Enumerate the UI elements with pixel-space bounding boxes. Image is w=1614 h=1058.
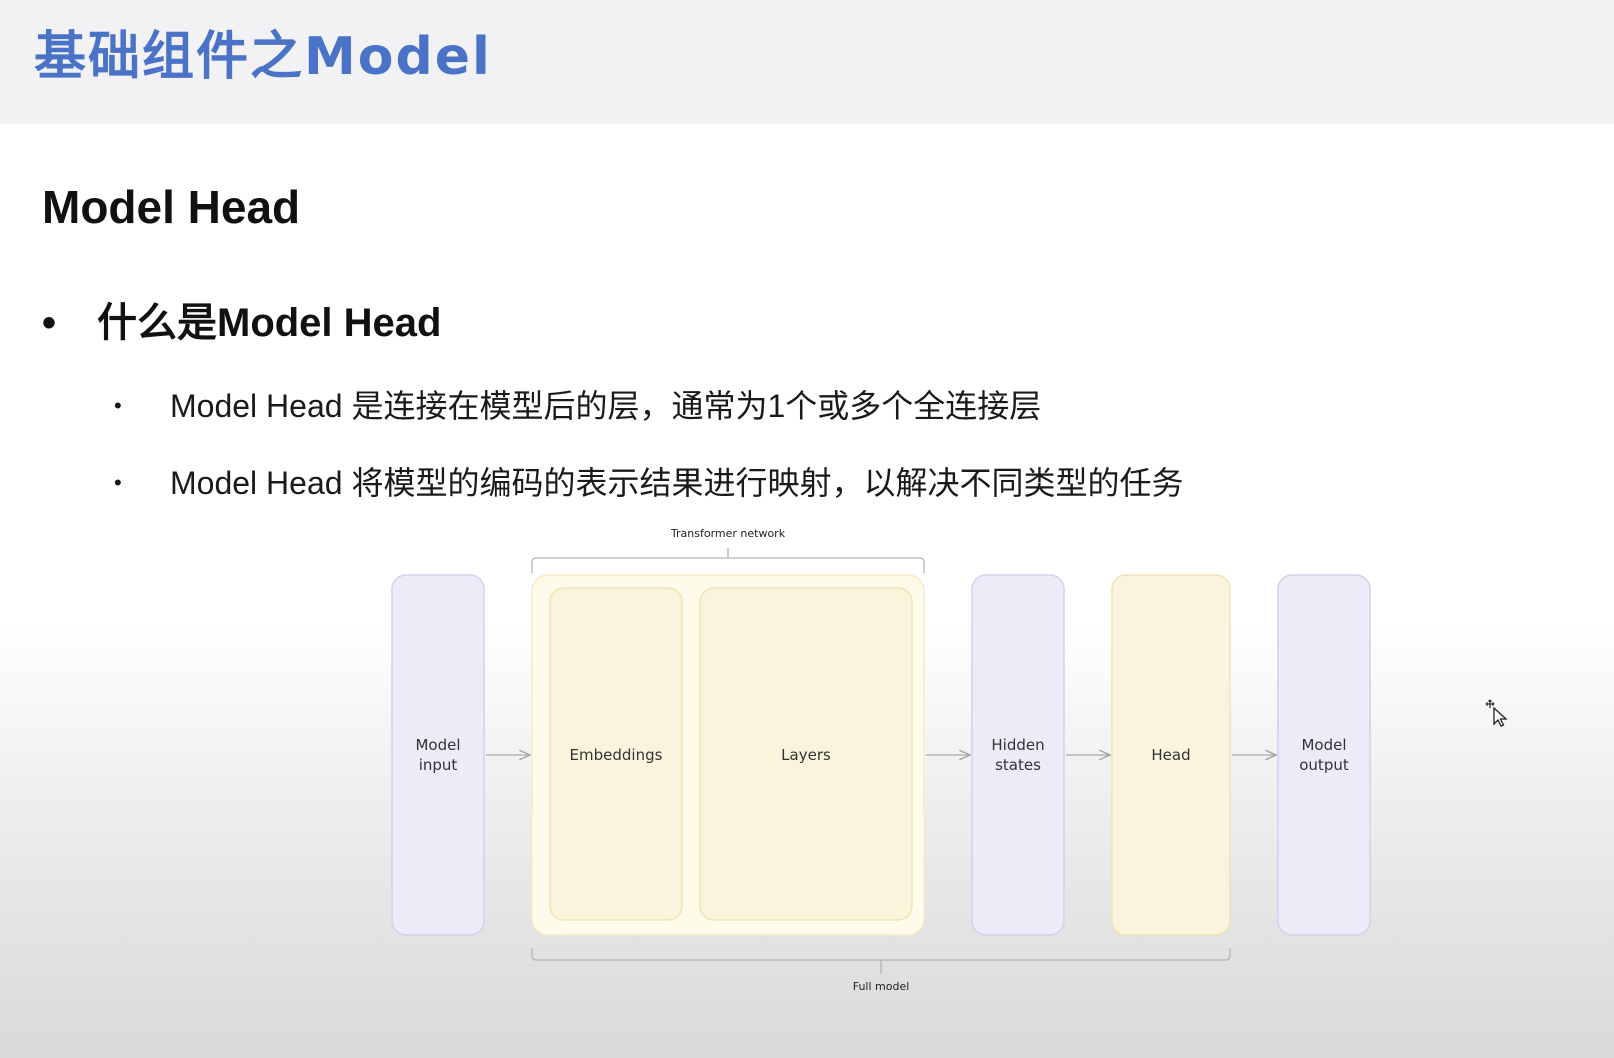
bullet-level1-text: 什么是Model Head [97, 301, 442, 345]
model-output-label: Model output [1299, 736, 1349, 774]
transformer-network-bracket [531, 548, 925, 573]
move-cursor-icon [1485, 699, 1508, 727]
bullet-level2: • Model Head 将模型的编码的表示结果进行映射，以解决不同类型的任务 [114, 458, 1183, 504]
bullet-dot: • [114, 470, 122, 495]
layers-label: Layers [781, 746, 831, 764]
slide-title: 基础组件之Model [34, 27, 492, 87]
section-heading: Model Head [42, 181, 301, 233]
bullet-level1: • 什么是Model Head [42, 290, 441, 348]
transformer-network-label: Transformer network [670, 527, 786, 540]
model-architecture-diagram: Transformer network Full model Model inp… [290, 527, 1528, 1035]
bullet-level2: • Model Head 是连接在模型后的层，通常为1个或多个全连接层 [114, 381, 1041, 427]
bullet-dot: • [114, 393, 122, 418]
full-model-label: Full model [852, 980, 910, 993]
slide-title-bar: 基础组件之Model [0, 0, 1614, 124]
bullet-level2-text: Model Head 是连接在模型后的层，通常为1个或多个全连接层 [170, 388, 1042, 424]
model-input-label: Model input [415, 736, 461, 774]
embeddings-label: Embeddings [569, 746, 663, 764]
full-model-bracket [531, 948, 1231, 974]
hidden-states-label: Hidden states [991, 736, 1045, 774]
bullet-dot: • [42, 301, 57, 345]
head-label: Head [1151, 746, 1191, 764]
bullet-level2-text: Model Head 将模型的编码的表示结果进行映射，以解决不同类型的任务 [170, 465, 1184, 501]
diagram-canvas [391, 548, 1371, 974]
